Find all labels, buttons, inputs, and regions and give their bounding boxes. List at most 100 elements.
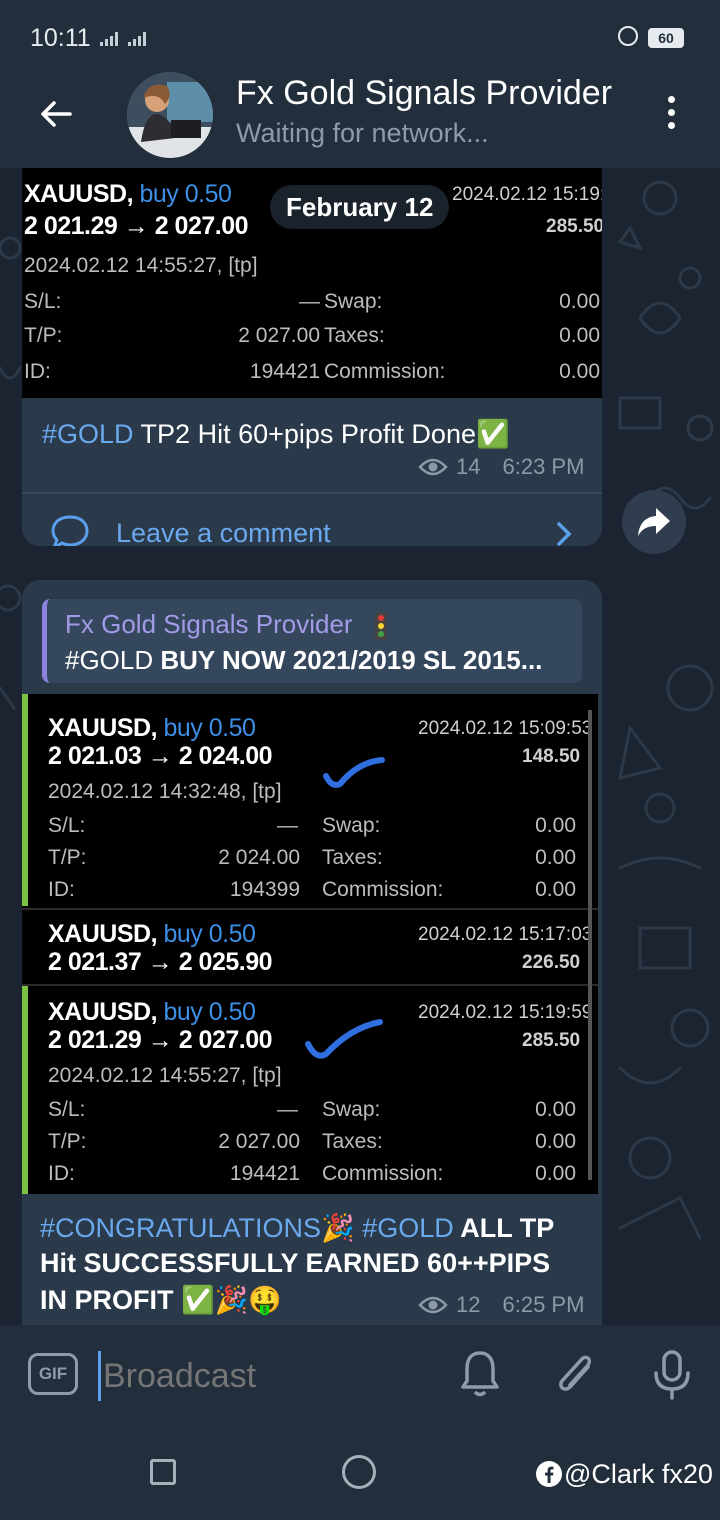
gif-icon[interactable]: GIF: [28, 1353, 78, 1395]
reply-author: Fx Gold Signals Provider: [65, 609, 353, 639]
trade-close-time: 2024.02.12 15:19:59: [418, 1002, 593, 1023]
hashtag[interactable]: #GOLD: [42, 419, 134, 449]
sl-label: S/L:: [48, 814, 86, 837]
trade-profit: 226.50: [522, 952, 581, 973]
chat-header: Fx Gold Signals Provider Waiting for net…: [0, 70, 720, 168]
swap-value: 0.00: [535, 814, 576, 837]
commission-value: 0.00: [559, 360, 600, 383]
chevron-right-icon: [557, 522, 572, 546]
date-divider: February 12: [270, 185, 450, 229]
trade-profit: 285.50: [546, 216, 602, 237]
party-emoji: 🎉: [321, 1213, 355, 1243]
taxes-value: 0.00: [559, 324, 600, 347]
tp-label: T/P:: [48, 1130, 87, 1153]
more-vert-icon[interactable]: [668, 96, 676, 135]
message-text-line1: #CONGRATULATIONS🎉 #GOLD ALL TP: [40, 1213, 555, 1243]
facebook-icon: [536, 1461, 562, 1487]
swap-value: 0.00: [559, 290, 600, 313]
taxes-label: Taxes:: [324, 324, 385, 347]
hashtag[interactable]: #GOLD: [362, 1213, 454, 1243]
microphone-icon[interactable]: [652, 1349, 692, 1401]
hashtag[interactable]: #CONGRATULATIONS: [40, 1213, 321, 1243]
id-value: 194399: [229, 878, 300, 901]
trade-profit: 148.50: [522, 746, 581, 767]
eye-icon: [418, 1296, 448, 1314]
sl-value: —: [277, 1098, 298, 1121]
commission-label: Commission:: [324, 360, 446, 383]
message-meta: 14 6:23 PM: [418, 454, 584, 480]
system-nav-bar: @Clark fx20: [0, 1425, 720, 1520]
id-label: ID:: [48, 878, 75, 901]
commission-value: 0.00: [535, 878, 576, 901]
recents-button[interactable]: [150, 1459, 176, 1485]
swap-label: Swap:: [322, 1098, 381, 1121]
commission-label: Commission:: [322, 1162, 444, 1185]
comment-label: Leave a comment: [116, 518, 331, 546]
tp-value: 2 027.00: [218, 1130, 300, 1153]
channel-title[interactable]: Fx Gold Signals Provider: [236, 74, 626, 113]
home-button[interactable]: [342, 1455, 376, 1489]
reply-hashtag: #GOLD: [65, 645, 154, 675]
id-label: ID:: [48, 1162, 75, 1185]
trade-side: buy 0.50: [163, 920, 256, 948]
check-mark-icon: [323, 757, 385, 788]
id-value: 194421: [229, 1162, 300, 1185]
taxes-label: Taxes:: [322, 1130, 383, 1153]
watermark: @Clark fx20: [564, 1459, 713, 1489]
message-text-line3: IN PROFIT ✅🎉🤑: [40, 1285, 282, 1315]
signal-icon-2: [128, 32, 146, 46]
status-time: 10:11: [30, 24, 91, 52]
trade-close-time: 2024.02.12 15:09:53: [418, 718, 593, 739]
back-arrow-icon[interactable]: [36, 94, 76, 134]
trade-prices: 2 021.29 → 2 027.00: [48, 1026, 273, 1054]
trade-symbol: XAUUSD,: [48, 920, 158, 948]
message-time: 6:23 PM: [502, 454, 585, 479]
trade-prices: 2 021.29 → 2 027.00: [24, 212, 249, 240]
trade-side: buy 0.50: [139, 180, 232, 208]
trade-symbol: XAUUSD,: [24, 180, 134, 208]
channel-avatar[interactable]: [127, 72, 213, 158]
view-count: 12: [456, 1292, 481, 1317]
trade-symbol: XAUUSD,: [48, 714, 158, 742]
eye-icon: [418, 458, 448, 476]
trade-close-time: 2024.02.12 15:19:59: [452, 184, 602, 205]
id-value: 194421: [249, 360, 320, 383]
taxes-label: Taxes:: [322, 846, 383, 869]
trade-side: buy 0.50: [163, 998, 256, 1026]
taxes-value: 0.00: [535, 846, 576, 869]
paperclip-icon[interactable]: [552, 1349, 598, 1399]
trade-history-screenshot[interactable]: XAUUSD, buy 0.50 2 021.03 → 2 024.00 202…: [22, 694, 598, 1194]
broadcast-input[interactable]: [98, 1351, 425, 1401]
tp-label: T/P:: [48, 846, 87, 869]
sl-label: S/L:: [24, 290, 62, 313]
taxes-value: 0.00: [535, 1130, 576, 1153]
trade-symbol: XAUUSD,: [48, 998, 158, 1026]
sl-label: S/L:: [48, 1098, 86, 1121]
leave-comment-button[interactable]: Leave a comment: [22, 492, 602, 546]
channel-status: Waiting for network...: [236, 118, 489, 148]
trade-open-time: 2024.02.12 14:55:27, [tp]: [48, 1064, 282, 1087]
trade-open-time: 2024.02.12 14:55:27, [tp]: [24, 254, 258, 277]
forward-button[interactable]: [622, 490, 686, 554]
trade-prices: 2 021.03 → 2 024.00: [48, 742, 273, 770]
emoji-group: ✅🎉🤑: [181, 1285, 282, 1315]
trade-open-time: 2024.02.12 14:32:48, [tp]: [48, 780, 282, 803]
status-bar: 10:11 60: [0, 0, 720, 70]
swap-value: 0.00: [535, 1098, 576, 1121]
bell-icon[interactable]: [460, 1349, 500, 1399]
traffic-light-icon: [374, 612, 387, 641]
sl-value: —: [299, 290, 320, 313]
comment-icon: [51, 515, 89, 546]
trade-close-time: 2024.02.12 15:17:03: [418, 924, 593, 945]
reply-quote[interactable]: Fx Gold Signals Provider #GOLD BUY NOW 2…: [42, 599, 582, 683]
commission-value: 0.00: [535, 1162, 576, 1185]
chat-area[interactable]: XAUUSD, buy 0.50 2 021.29 → 2 027.00 202…: [0, 168, 720, 1325]
tp-value: 2 027.00: [238, 324, 320, 347]
view-count: 14: [456, 454, 481, 479]
message-text-line2: Hit SUCCESSFULLY EARNED 60++PIPS: [40, 1248, 551, 1278]
trade-prices: 2 021.37 → 2 025.90: [48, 948, 273, 976]
tp-label: T/P:: [24, 324, 63, 347]
commission-label: Commission:: [322, 878, 444, 901]
sl-value: —: [277, 814, 298, 837]
battery-icon: 60: [648, 28, 684, 48]
